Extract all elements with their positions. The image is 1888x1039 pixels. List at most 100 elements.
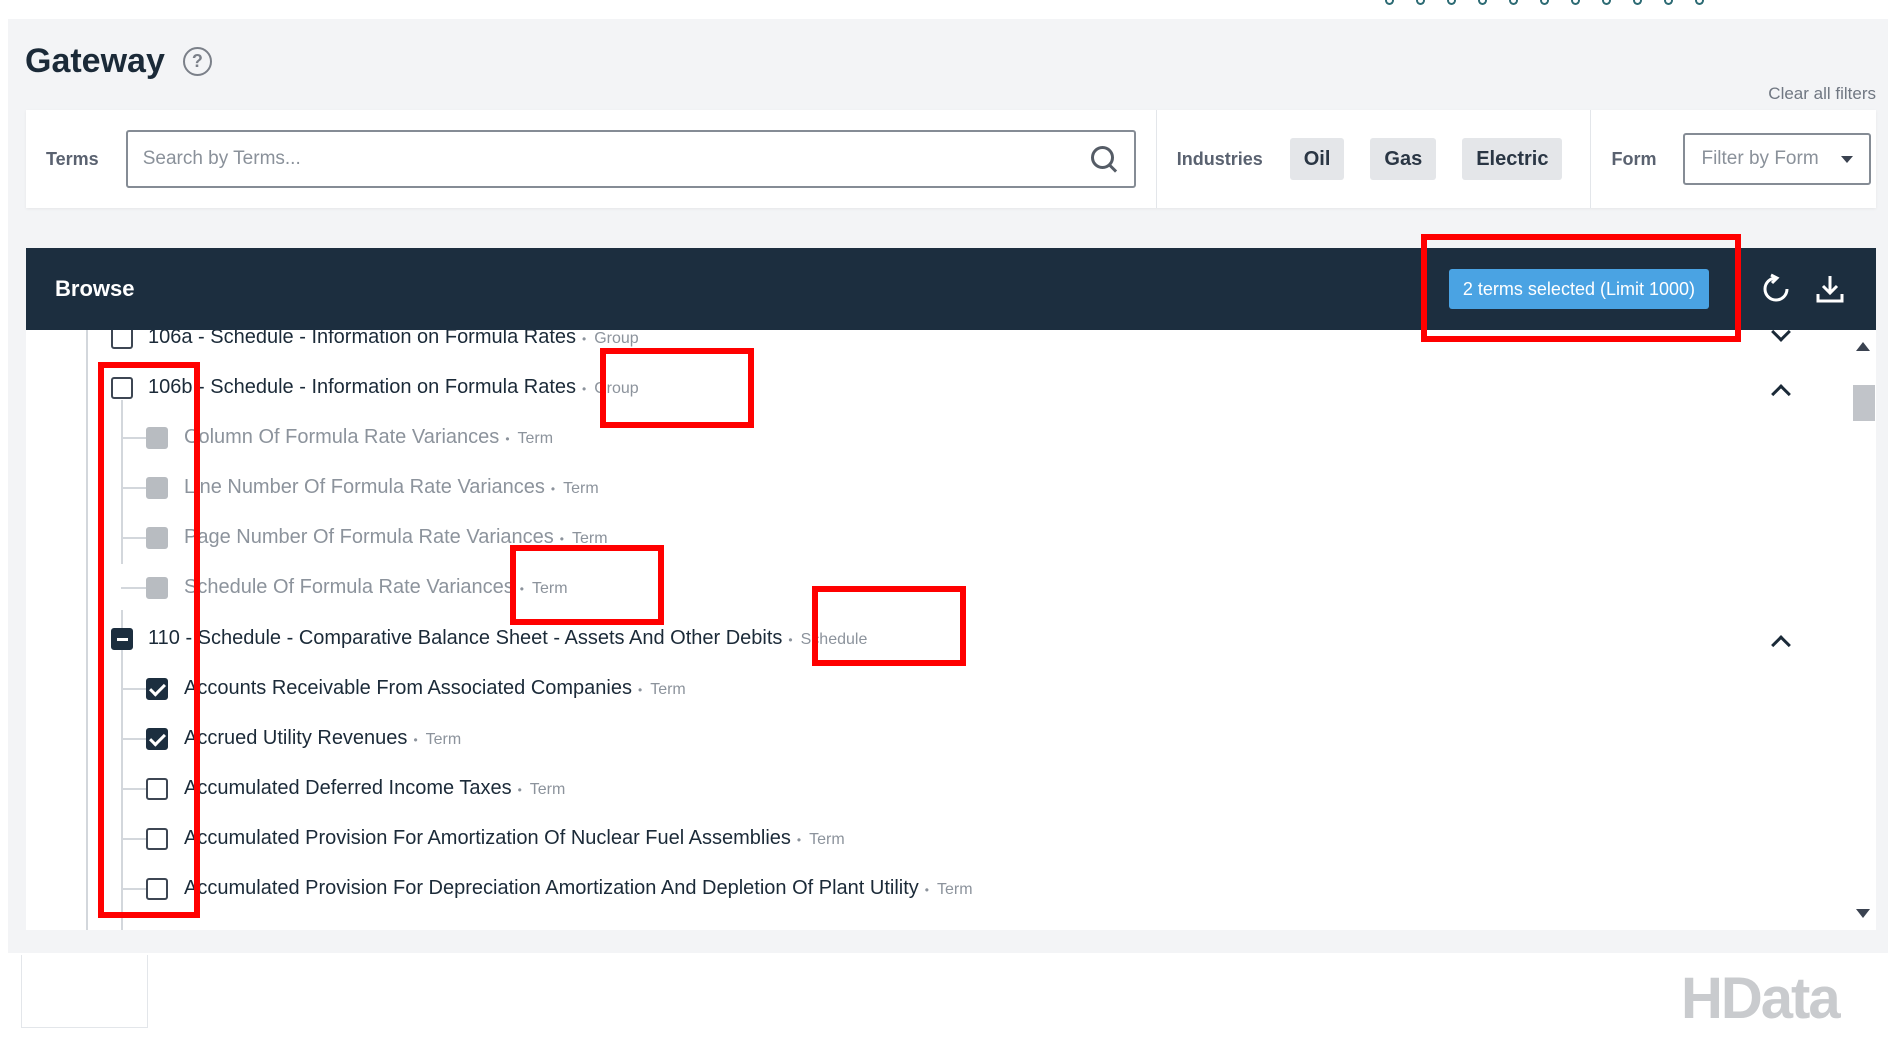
form-filter: Form Filter by Form [1591, 110, 1888, 208]
tree-row[interactable]: 106b - Schedule - Information on Formula… [26, 363, 1850, 413]
tree-branch-line [121, 888, 149, 890]
clear-all-filters-link[interactable]: Clear all filters [1768, 84, 1876, 104]
row-type-label: Group [582, 380, 639, 397]
row-label: 106a - Schedule - Information on Formula… [148, 330, 639, 349]
tree-branch-line [121, 838, 149, 840]
row-checkbox[interactable] [146, 878, 168, 900]
tree-row[interactable]: Accumulated Provision For Amortization O… [26, 814, 1850, 864]
form-label: Form [1611, 148, 1657, 169]
row-label: Accrued Utility Revenues Term [184, 727, 461, 750]
search-icon[interactable] [1089, 144, 1119, 174]
row-checkbox[interactable] [146, 728, 168, 750]
row-label-text: Accumulated Deferred Income Taxes [184, 777, 512, 799]
row-type-label: Term [560, 530, 608, 547]
row-checkbox[interactable] [111, 628, 133, 650]
row-label-text: Page Number Of Formula Rate Variances [184, 526, 554, 548]
tree-row[interactable]: 106a - Schedule - Information on Formula… [26, 330, 1850, 363]
tree-row[interactable]: Line Number Of Formula Rate Variances Ter… [26, 463, 1850, 513]
tree-row[interactable]: Page Number Of Formula Rate Variances Ter… [26, 513, 1850, 563]
row-label: Accounts Receivable From Associated Comp… [184, 677, 686, 700]
tree-row[interactable]: 110 - Schedule - Comparative Balance She… [26, 614, 1850, 664]
filter-bar: Terms Industries Oil Gas Electric Form F… [26, 110, 1876, 208]
chevron-up-icon[interactable] [1771, 384, 1791, 404]
row-label: Page Number Of Formula Rate Variances Ter… [184, 526, 608, 549]
selected-terms-badge[interactable]: 2 terms selected (Limit 1000) [1448, 269, 1709, 309]
help-icon[interactable]: ? [182, 47, 212, 76]
tree-branch-line [121, 487, 149, 489]
browse-tree: 106a - Schedule - Information on Formula… [26, 330, 1850, 930]
scroll-thumb[interactable] [1853, 385, 1875, 421]
row-label-text: Accounts Receivable From Associated Comp… [184, 677, 632, 699]
tree-row[interactable]: Column Of Formula Rate Variances Term [26, 413, 1850, 463]
row-checkbox[interactable] [111, 330, 133, 349]
tree-row[interactable]: Accumulated Deferred Income Taxes Term [26, 764, 1850, 814]
row-type-label: Term [518, 781, 566, 798]
download-icon[interactable] [1813, 272, 1847, 306]
chevron-down-icon[interactable] [1771, 330, 1791, 342]
industry-chip-oil[interactable]: Oil [1289, 138, 1345, 180]
terms-filter: Terms [26, 110, 1157, 208]
row-label: Accumulated Deferred Income Taxes Term [184, 777, 565, 800]
top-decoration [1385, 0, 1704, 6]
row-type-label: Term [551, 480, 599, 497]
form-select[interactable]: Filter by Form [1683, 133, 1872, 185]
row-label-text: Line Number Of Formula Rate Variances [184, 476, 545, 498]
industries-label: Industries [1176, 148, 1263, 169]
page-header: Gateway ? [25, 42, 212, 81]
row-type-label: Term [797, 831, 845, 848]
row-label: 106b - Schedule - Information on Formula… [148, 376, 639, 399]
industries-filter: Industries Oil Gas Electric [1157, 110, 1592, 208]
row-type-label: Term [413, 731, 461, 748]
row-checkbox[interactable] [146, 678, 168, 700]
row-checkbox[interactable] [146, 778, 168, 800]
row-checkbox [146, 527, 168, 549]
industry-chip-electric[interactable]: Electric [1462, 138, 1563, 180]
row-checkbox [146, 427, 168, 449]
page-title: Gateway [25, 42, 165, 80]
row-label-text: Accrued Utility Revenues [184, 727, 408, 749]
tree-row[interactable]: Accumulated Provision For Depreciation A… [26, 864, 1850, 914]
row-label: Column Of Formula Rate Variances Term [184, 426, 553, 449]
row-label: Schedule Of Formula Rate Variances Term [184, 576, 568, 599]
row-checkbox[interactable] [146, 828, 168, 850]
industry-chip-gas[interactable]: Gas [1370, 138, 1437, 180]
tree-row[interactable]: Schedule Of Formula Rate Variances Term [26, 563, 1850, 613]
row-label-text: 110 - Schedule - Comparative Balance She… [148, 627, 783, 649]
refresh-icon[interactable] [1759, 272, 1793, 306]
browse-header: Browse 2 terms selected (Limit 1000) [26, 248, 1876, 330]
row-label-text: 106a - Schedule - Information on Formula… [148, 330, 576, 348]
row-label: Accumulated Provision For Amortization O… [184, 827, 845, 850]
row-label: 110 - Schedule - Comparative Balance She… [148, 627, 867, 650]
tree-branch-line [121, 437, 149, 439]
chevron-up-icon[interactable] [1771, 635, 1791, 655]
row-label-text: Schedule Of Formula Rate Variances [184, 576, 514, 598]
tree-branch-line [121, 688, 149, 690]
tree-row[interactable]: Accounts Receivable From Associated Comp… [26, 664, 1850, 714]
caret-down-icon [1841, 155, 1854, 163]
scroll-down-arrow[interactable] [1856, 909, 1870, 918]
browse-title: Browse [55, 276, 135, 301]
tree-branch-line [121, 537, 149, 539]
hdata-logo: HData [1681, 966, 1841, 1031]
row-type-label: Schedule [788, 631, 867, 648]
row-type-label: Term [505, 430, 553, 447]
scroll-up-arrow[interactable] [1856, 342, 1870, 351]
row-checkbox [146, 477, 168, 499]
scrollbar[interactable] [1850, 330, 1876, 930]
row-type-label: Group [582, 330, 639, 347]
row-checkbox [146, 577, 168, 599]
tree-row[interactable]: Accrued Utility Revenues Term [26, 714, 1850, 764]
row-label-text: Accumulated Provision For Depreciation A… [184, 877, 919, 899]
search-input[interactable] [142, 148, 1089, 170]
row-checkbox[interactable] [111, 377, 133, 399]
row-label: Accumulated Provision For Depreciation A… [184, 877, 973, 900]
row-type-label: Term [925, 881, 973, 898]
terms-label: Terms [46, 148, 99, 169]
row-label: Line Number Of Formula Rate Variances Ter… [184, 476, 599, 499]
bottom-panel [21, 955, 148, 1028]
tree-branch-line [121, 587, 149, 589]
row-type-label: Term [638, 681, 686, 698]
row-type-label: Term [520, 580, 568, 597]
row-label-text: 106b - Schedule - Information on Formula… [148, 376, 576, 398]
row-label-text: Accumulated Provision For Amortization O… [184, 827, 791, 849]
